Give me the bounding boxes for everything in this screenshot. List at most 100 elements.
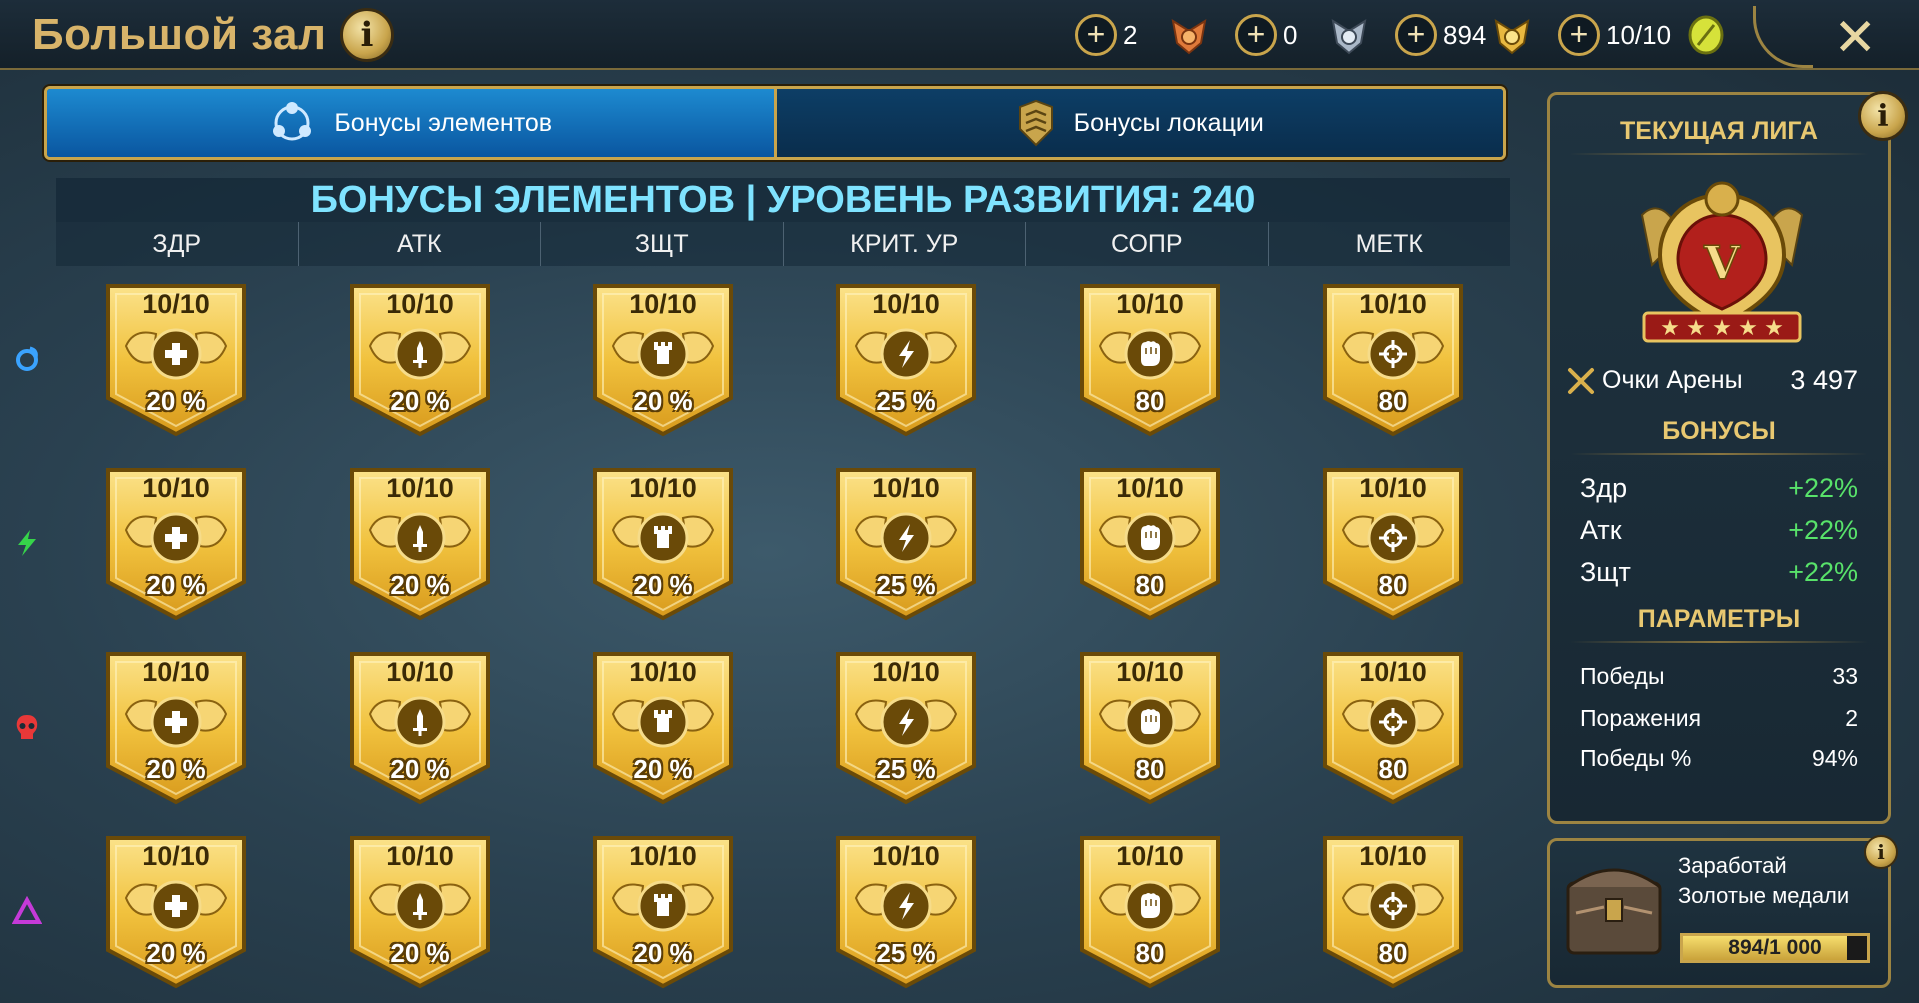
bonus-badge[interactable]: 10/10 80 (1321, 466, 1465, 622)
fist-icon (1141, 893, 1160, 918)
arena-points-value: 3 497 (1790, 365, 1858, 395)
spirit-affinity-icon (18, 530, 36, 556)
bonus-badge[interactable]: 10/10 25 % (834, 834, 978, 990)
bonus-badge[interactable]: 10/10 20 % (348, 650, 492, 806)
bonus-badge[interactable]: 10/10 20 % (348, 282, 492, 438)
add-arena-token-button[interactable]: + (1558, 14, 1600, 56)
badge-level: 10/10 (142, 289, 210, 319)
bonus-badge[interactable]: 10/10 20 % (104, 650, 248, 806)
silver-medal-icon (1331, 18, 1367, 55)
badge-value: 20 % (146, 754, 206, 784)
close-icon[interactable]: ✕ (1833, 8, 1877, 68)
divider (1570, 641, 1868, 643)
bonus-badge[interactable]: 10/10 80 (1078, 650, 1222, 806)
bonus-badge[interactable]: 10/10 80 (1078, 466, 1222, 622)
params-title: ПАРАМЕТРЫ (1637, 605, 1801, 633)
badge-level: 10/10 (1116, 473, 1184, 503)
svg-text:★: ★ (1686, 316, 1706, 341)
bonus-label: Здр (1580, 473, 1628, 503)
bonus-badge[interactable]: 10/10 80 (1078, 282, 1222, 438)
bonus-badge[interactable]: 10/10 80 (1321, 282, 1465, 438)
info-icon[interactable]: i (340, 8, 394, 62)
badge-level: 10/10 (1116, 841, 1184, 871)
badge-level: 10/10 (1359, 841, 1427, 871)
add-gold-medal-button[interactable]: + (1395, 14, 1437, 56)
bonus-badge[interactable]: 10/10 20 % (591, 282, 735, 438)
column-header: СОПР (1025, 222, 1268, 266)
void-affinity-icon (12, 896, 42, 924)
earn-info-icon[interactable]: i (1864, 835, 1898, 869)
resource-silver-medal: + 0 (1235, 12, 1371, 58)
league-rank-emblem: V ★ ★ ★ ★ ★ (1640, 181, 1804, 343)
progress-label: 894/1 000 (1728, 936, 1822, 959)
bonus-label: Зщт (1580, 557, 1631, 587)
arena-points-label: Очки Арены (1602, 366, 1743, 394)
add-silver-medal-button[interactable]: + (1235, 14, 1277, 56)
tab-element-bonuses[interactable]: Бонусы элементов (47, 89, 774, 157)
badge-value: 20 % (390, 386, 450, 416)
page-title: Большой зал (32, 10, 327, 59)
earn-progress-bar: 894/1 000 (1680, 933, 1870, 963)
bonus-badge[interactable]: 10/10 80 (1321, 834, 1465, 990)
orange-medal-icon (1171, 18, 1207, 55)
bonus-badge[interactable]: 10/10 20 % (348, 466, 492, 622)
resource-value: 2 (1123, 19, 1138, 50)
badge-value: 80 (1135, 570, 1165, 600)
add-orange-medal-button[interactable]: + (1075, 14, 1117, 56)
bonus-badge[interactable]: 10/10 20 % (104, 466, 248, 622)
badge-level: 10/10 (386, 657, 454, 687)
svg-text:★: ★ (1660, 316, 1680, 341)
param-value: 2 (1845, 705, 1858, 731)
bonus-badge[interactable]: 10/10 25 % (834, 650, 978, 806)
bonus-badge[interactable]: 10/10 25 % (834, 282, 978, 438)
badge-value: 80 (1378, 938, 1408, 968)
bonus-row: Зщт +22% (1580, 557, 1858, 588)
badge-value: 80 (1378, 386, 1408, 416)
bonus-badge[interactable]: 10/10 25 % (834, 466, 978, 622)
badge-level: 10/10 (386, 289, 454, 319)
badge-level: 10/10 (142, 841, 210, 871)
earn-title-line1: Заработай (1678, 853, 1787, 878)
bonus-badge[interactable]: 10/10 20 % (104, 282, 248, 438)
badge-level: 10/10 (872, 841, 940, 871)
league-rank-label: V (1703, 236, 1741, 290)
badge-level: 10/10 (1359, 657, 1427, 687)
resource-value: 894 (1443, 19, 1487, 50)
bonus-badge[interactable]: 10/10 80 (1321, 650, 1465, 806)
earn-title-line2: Золотые медали (1678, 883, 1850, 908)
bonus-value: +22% (1788, 515, 1858, 545)
badge-level: 10/10 (629, 289, 697, 319)
bonus-badge[interactable]: 10/10 20 % (104, 834, 248, 990)
badge-level: 10/10 (872, 289, 940, 319)
bonus-row: Атк +22% (1580, 515, 1858, 546)
badge-level: 10/10 (872, 657, 940, 687)
bonus-badge[interactable]: 10/10 20 % (591, 834, 735, 990)
resource-value: 0 (1283, 19, 1298, 50)
badge-level: 10/10 (629, 473, 697, 503)
badge-value: 20 % (390, 754, 450, 784)
badge-level: 10/10 (1359, 473, 1427, 503)
column-header: ЗДР (56, 222, 298, 266)
badge-value: 20 % (633, 570, 693, 600)
bonus-badge[interactable]: 10/10 80 (1078, 834, 1222, 990)
bonus-row: Здр +22% (1580, 473, 1858, 504)
fist-icon (1141, 709, 1160, 734)
earn-medals-panel[interactable]: i Заработай Золотые медали 894/1 000 (1547, 835, 1898, 988)
badge-value: 20 % (146, 386, 206, 416)
tab-location-bonuses[interactable]: Бонусы локации (773, 89, 1503, 157)
bonus-badge[interactable]: 10/10 20 % (348, 834, 492, 990)
param-value: 33 (1832, 663, 1858, 689)
crossed-swords-icon (1568, 367, 1594, 394)
fist-icon (1141, 525, 1160, 550)
svg-text:★: ★ (1738, 316, 1758, 341)
bonus-value: +22% (1788, 557, 1858, 587)
bonus-badge[interactable]: 10/10 20 % (591, 650, 735, 806)
force-affinity-icon (16, 715, 38, 739)
svg-text:★: ★ (1764, 316, 1784, 341)
bonus-badge[interactable]: 10/10 20 % (591, 466, 735, 622)
badge-value: 80 (1378, 754, 1408, 784)
elements-icon (273, 102, 312, 141)
tab-label: Бонусы элементов (334, 108, 553, 137)
badge-value: 20 % (146, 938, 206, 968)
league-panel: i ТЕКУЩАЯ ЛИГА V ★ ★ ★ ★ ★ Очки Арены 3 … (1547, 91, 1908, 824)
